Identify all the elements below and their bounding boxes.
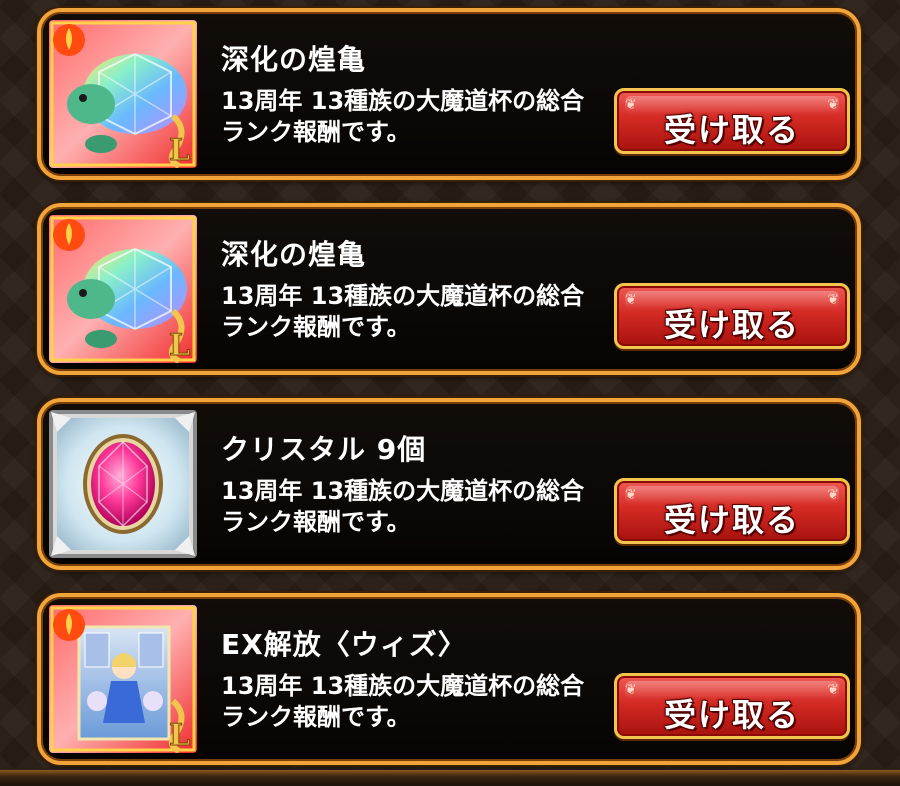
bottom-frame-edge xyxy=(0,770,900,786)
svg-text:L: L xyxy=(169,718,190,753)
reward-description: 13周年 13種族の大魔道杯の総合 ランク報酬です。 xyxy=(221,476,611,538)
reward-card: L 深化の煌亀 13周年 13種族の大魔道杯の総合 ランク報酬です。 ❦ ❦ 受… xyxy=(37,203,861,375)
receive-button-label: 受け取る xyxy=(663,696,800,734)
reward-description-line1: 13周年 13種族の大魔道杯の総合 xyxy=(221,282,585,310)
reward-card: L EX解放〈ウィズ〉 13周年 13種族の大魔道杯の総合 ランク報酬です。 ❦… xyxy=(37,593,861,765)
receive-button[interactable]: ❦ ❦ 受け取る xyxy=(614,673,850,739)
reward-card: クリスタル 9個 13周年 13種族の大魔道杯の総合 ランク報酬です。 ❦ ❦ … xyxy=(37,398,861,570)
reward-title: クリスタル 9個 xyxy=(221,433,427,466)
receive-button[interactable]: ❦ ❦ 受け取る xyxy=(614,478,850,544)
reward-title: 深化の煌亀 xyxy=(221,238,367,271)
rainbow-turtle-card-icon: L xyxy=(49,215,197,363)
receive-button-label: 受け取る xyxy=(663,306,800,344)
reward-description-line1: 13周年 13種族の大魔道杯の総合 xyxy=(221,87,585,115)
receive-button[interactable]: ❦ ❦ 受け取る xyxy=(614,88,850,154)
reward-title: EX解放〈ウィズ〉 xyxy=(221,628,467,661)
reward-description-line2: ランク報酬です。 xyxy=(221,508,411,536)
receive-button-label: 受け取る xyxy=(663,111,800,149)
rainbow-turtle-card-icon: L xyxy=(49,20,197,168)
reward-list: L 深化の煌亀 13周年 13種族の大魔道杯の総合 ランク報酬です。 ❦ ❦ 受… xyxy=(0,0,900,786)
reward-description-line2: ランク報酬です。 xyxy=(221,313,411,341)
reward-title: 深化の煌亀 xyxy=(221,43,367,76)
pink-crystal-icon xyxy=(49,410,197,558)
svg-text:L: L xyxy=(169,328,190,363)
reward-description: 13周年 13種族の大魔道杯の総合 ランク報酬です。 xyxy=(221,281,611,343)
receive-button-label: 受け取る xyxy=(663,501,800,539)
reward-description: 13周年 13種族の大魔道杯の総合 ランク報酬です。 xyxy=(221,86,611,148)
reward-description-line1: 13周年 13種族の大魔道杯の総合 xyxy=(221,477,585,505)
receive-button[interactable]: ❦ ❦ 受け取る xyxy=(614,283,850,349)
reward-description-line1: 13周年 13種族の大魔道杯の総合 xyxy=(221,672,585,700)
reward-description-line2: ランク報酬です。 xyxy=(221,703,411,731)
svg-text:L: L xyxy=(169,133,190,168)
wiz-ex-card-icon: L xyxy=(49,605,197,753)
reward-description-line2: ランク報酬です。 xyxy=(221,118,411,146)
reward-description: 13周年 13種族の大魔道杯の総合 ランク報酬です。 xyxy=(221,671,611,733)
reward-card: L 深化の煌亀 13周年 13種族の大魔道杯の総合 ランク報酬です。 ❦ ❦ 受… xyxy=(37,8,861,180)
